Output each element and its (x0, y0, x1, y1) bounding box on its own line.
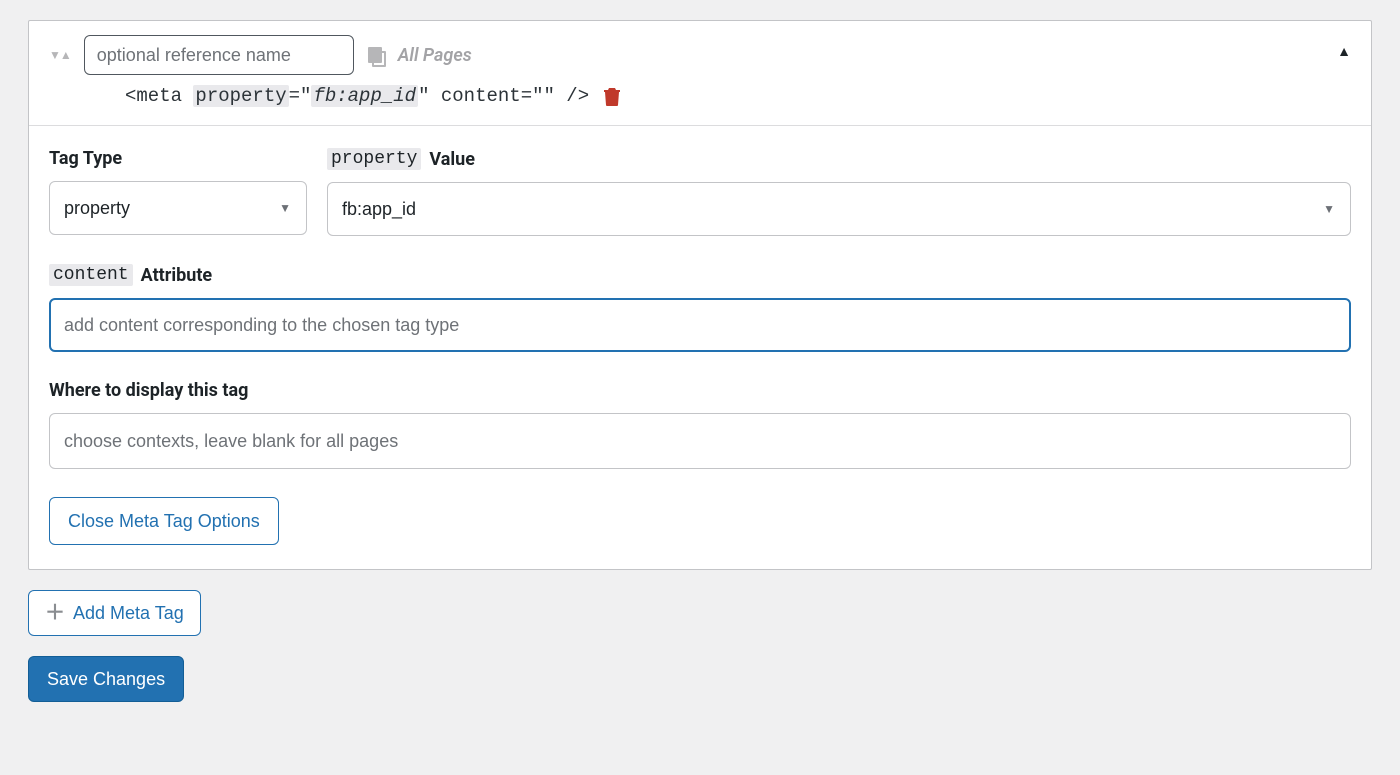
tag-type-label: Tag Type (49, 148, 307, 169)
tag-type-field: Tag Type property ▼ (49, 148, 307, 236)
panel-body: Tag Type property ▼ property Value fb:ap… (29, 125, 1371, 569)
pages-icon (368, 47, 384, 63)
content-attribute-label: content Attribute (49, 264, 1351, 286)
property-value-select[interactable]: fb:app_id (327, 182, 1351, 236)
property-value-label: property Value (327, 148, 1351, 170)
content-chip: content (49, 264, 133, 286)
trash-svg (603, 86, 621, 106)
code-equals: =" (289, 85, 312, 107)
close-meta-tag-options-button[interactable]: Close Meta Tag Options (49, 497, 279, 545)
code-attr-name: property (193, 85, 288, 107)
content-attribute-input[interactable] (49, 298, 1351, 352)
save-changes-button[interactable]: Save Changes (28, 656, 184, 702)
all-pages-label: All Pages (398, 45, 472, 66)
attribute-word: Attribute (141, 265, 213, 286)
code-preview: <meta property="fb:app_id" content="" /> (29, 75, 1371, 125)
property-chip: property (327, 148, 421, 170)
code-attr-value: fb:app_id (311, 85, 418, 107)
where-display-label: Where to display this tag (49, 380, 1351, 401)
collapse-toggle-icon[interactable]: ▲ (1337, 43, 1351, 60)
sort-handle-icon[interactable]: ▼▲ (49, 48, 70, 62)
value-word: Value (429, 149, 475, 170)
trash-icon[interactable] (603, 86, 621, 106)
code-prefix: <meta (125, 85, 193, 107)
tag-type-select[interactable]: property (49, 181, 307, 235)
under-panel-actions: ＋ Add Meta Tag Save Changes (28, 590, 1372, 702)
meta-tag-panel: ▼▲ All Pages ▲ <meta property="fb:app_id… (28, 20, 1372, 570)
plus-icon: ＋ (45, 603, 65, 623)
contexts-input[interactable] (49, 413, 1351, 469)
code-suffix: " content="" /> (418, 85, 589, 107)
reference-name-input[interactable] (84, 35, 354, 75)
add-meta-tag-label: Add Meta Tag (73, 603, 184, 624)
property-value-field: property Value fb:app_id ▼ (327, 148, 1351, 236)
add-meta-tag-button[interactable]: ＋ Add Meta Tag (28, 590, 201, 636)
panel-header: ▼▲ All Pages ▲ (29, 21, 1371, 75)
